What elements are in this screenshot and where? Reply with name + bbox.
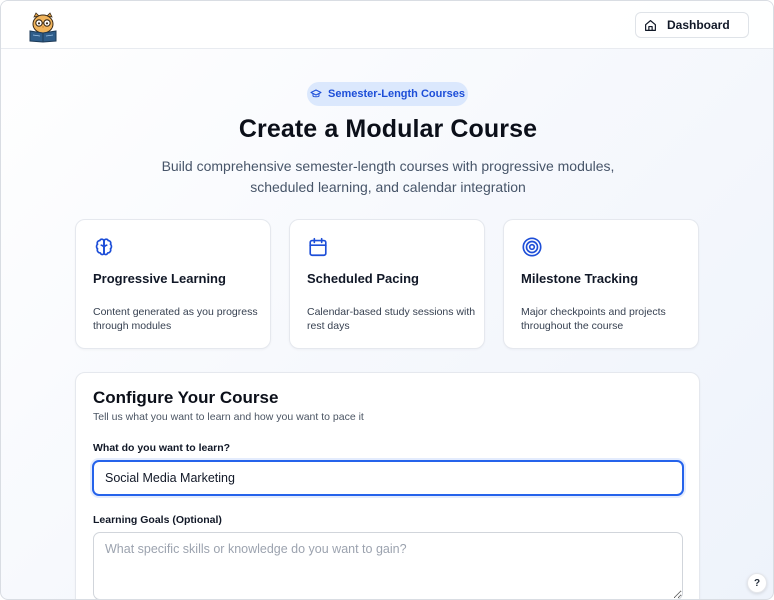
badge-label: Semester-Length Courses — [328, 88, 465, 100]
feature-title: Scheduled Pacing — [307, 271, 419, 286]
feature-title: Milestone Tracking — [521, 271, 639, 286]
feature-description: Calendar-based study sessions with rest … — [307, 306, 476, 332]
brain-icon — [95, 238, 113, 256]
target-icon — [522, 237, 542, 257]
feature-title: Progressive Learning — [93, 271, 226, 286]
app-window: Dashboard Semester-Length Courses Create… — [0, 0, 774, 600]
help-button[interactable]: ? — [747, 573, 767, 593]
graduation-cap-icon — [310, 89, 322, 98]
topic-label: What do you want to learn? — [93, 442, 231, 454]
page-title: Create a Modular Course — [238, 115, 538, 143]
feature-description: Content generated as you progress throug… — [93, 306, 258, 332]
feature-card-progressive-learning: Progressive Learning Content generated a… — [75, 219, 271, 349]
configure-course-card: Configure Your Course Tell us what you w… — [75, 372, 700, 599]
configure-course-title: Configure Your Course — [93, 388, 279, 407]
top-navigation-bar: Dashboard — [1, 1, 773, 49]
feature-card-milestone-tracking: Milestone Tracking Major checkpoints and… — [503, 219, 699, 349]
calendar-icon — [309, 237, 327, 257]
semester-courses-badge: Semester-Length Courses — [307, 82, 468, 106]
topic-input[interactable] — [92, 460, 684, 496]
dashboard-button-label: Dashboard — [667, 18, 730, 32]
learning-goals-textarea[interactable] — [93, 532, 683, 599]
page-subtitle: Build comprehensive semester-length cour… — [161, 158, 615, 195]
learning-goals-label: Learning Goals (Optional) — [93, 514, 222, 526]
feature-card-scheduled-pacing: Scheduled Pacing Calendar-based study se… — [289, 219, 485, 349]
home-icon — [645, 19, 656, 31]
feature-description: Major checkpoints and projects throughou… — [521, 306, 666, 332]
owl-reading-book-icon[interactable] — [27, 11, 59, 43]
dashboard-button[interactable]: Dashboard — [635, 12, 749, 38]
configure-course-subtitle: Tell us what you want to learn and how y… — [93, 411, 364, 423]
